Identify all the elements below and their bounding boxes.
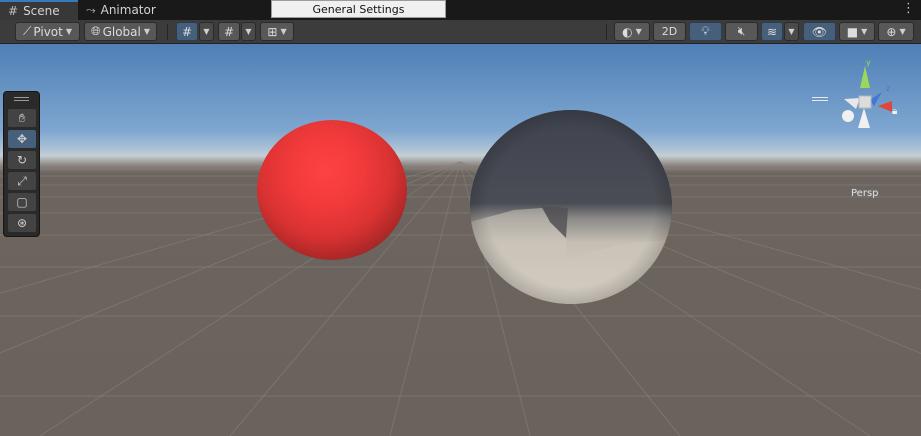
scene-viewport[interactable]: ✋︎ ✥ ↻ ⤢ ▢ ⊛ 🔒︎ y z Persp (0, 44, 921, 436)
audio-mute-icon: 🔇︎ (737, 24, 746, 38)
global-label: Global (102, 24, 141, 39)
tab-animator[interactable]: ⤳ Animator (78, 0, 170, 20)
overlay-menu-icon[interactable] (812, 97, 828, 101)
transform-icon: ⊛ (16, 216, 28, 230)
gizmo-globe-icon: ⊕ (886, 24, 897, 39)
pivot-label: Pivot (33, 24, 63, 39)
gizmo-center-cube[interactable] (858, 95, 872, 109)
effects-dropdown[interactable]: ▼ (784, 22, 799, 41)
grid-hash-icon: # (8, 4, 19, 18)
2d-label: 2D (661, 25, 678, 38)
incremental-snap-toggle[interactable]: # (218, 22, 240, 41)
svg-text:z: z (886, 84, 890, 93)
eye-slash-icon: 👁︎ (811, 24, 828, 39)
move-tool-button[interactable]: ✥ (8, 130, 36, 148)
more-menu-icon[interactable]: ⋮ (902, 2, 915, 16)
y-axis-cone[interactable]: y (860, 58, 871, 88)
hand-tool-button[interactable]: ✋︎ (8, 109, 36, 127)
rect-icon: ▢ (16, 195, 28, 209)
y-neg-cone[interactable] (858, 108, 870, 128)
popup-title: General Settings (312, 2, 405, 16)
orientation-gizmo[interactable]: y z (834, 54, 910, 154)
pivot-icon: ⟋ (22, 24, 32, 38)
animator-icon: ⤳ (86, 2, 96, 17)
projection-label[interactable]: Persp (851, 188, 879, 199)
camera-dropdown[interactable]: ■ ▼ (839, 22, 875, 41)
chevron-down-icon: ▼ (143, 27, 151, 36)
grid-snap-dropdown[interactable]: ▼ (199, 22, 214, 41)
toolbar-separator (606, 24, 607, 40)
tool-palette: ✋︎ ✥ ↻ ⤢ ▢ ⊛ (3, 91, 40, 237)
z-neg-cone[interactable] (842, 110, 854, 122)
palette-drag-handle[interactable] (14, 97, 29, 101)
2d-toggle[interactable]: 2D (653, 22, 686, 41)
chevron-down-icon: ▼ (861, 27, 868, 36)
grid-snap-toggle[interactable]: # (176, 22, 198, 41)
z-axis-cone[interactable]: z (870, 84, 890, 106)
rotate-tool-button[interactable]: ↻ (8, 151, 36, 169)
global-dropdown[interactable]: 🌐︎ Global ▼ (84, 22, 157, 41)
ground-grid (0, 161, 921, 436)
general-settings-popup[interactable]: General Settings (271, 0, 446, 18)
chevron-down-icon: ▼ (203, 27, 210, 36)
chevron-down-icon: ▼ (245, 27, 252, 36)
snap-settings-dropdown[interactable]: ⊞ ▼ (260, 22, 294, 41)
pivot-dropdown[interactable]: ⟋ Pivot ▼ (15, 22, 80, 41)
incremental-snap-icon: # (223, 24, 235, 39)
chevron-down-icon: ▼ (280, 27, 287, 36)
shaded-sphere-icon: ◐ (622, 24, 633, 39)
toolbar-separator (167, 24, 168, 40)
move-arrows-icon: ✥ (16, 132, 28, 146)
svg-text:y: y (866, 58, 871, 67)
effects-toggle[interactable]: ≋ (761, 22, 783, 41)
gizmos-dropdown[interactable]: ⊕ ▼ (878, 22, 914, 41)
grid-snap-icon: # (181, 24, 193, 39)
ruler-icon: ⊞ (267, 24, 278, 39)
chevron-down-icon: ▼ (899, 27, 906, 36)
chevron-down-icon: ▼ (788, 27, 795, 36)
hidden-objects-toggle[interactable]: 👁︎ (803, 22, 836, 41)
scale-tool-button[interactable]: ⤢ (8, 172, 36, 190)
incremental-snap-dropdown[interactable]: ▼ (241, 22, 256, 41)
audio-toggle[interactable]: 🔇︎ (725, 22, 758, 41)
red-sphere[interactable] (257, 120, 407, 260)
camera-icon: ■ (846, 24, 859, 39)
effects-icon: ≋ (766, 24, 778, 39)
transform-tool-button[interactable]: ⊛ (8, 214, 36, 232)
hand-icon: ✋︎ (18, 110, 26, 125)
tab-scene-label: Scene (23, 4, 60, 18)
rect-tool-button[interactable]: ▢ (8, 193, 36, 211)
lighting-toggle[interactable]: 💡︎ (689, 22, 722, 41)
x-axis-negative-cone[interactable] (878, 101, 892, 112)
chevron-down-icon: ▼ (65, 27, 73, 36)
tab-bar: # Scene ⤳ Animator ⋮ (0, 0, 921, 20)
scene-toolbar: ⟋ Pivot ▼ 🌐︎ Global ▼ # ▼ # ▼ ⊞ ▼ ◐ ▼ 2D… (0, 20, 921, 44)
chrome-sphere[interactable] (470, 110, 672, 304)
tab-scene[interactable]: # Scene (0, 0, 78, 20)
scale-icon: ⤢ (17, 173, 27, 188)
draw-mode-dropdown[interactable]: ◐ ▼ (614, 22, 650, 41)
x-axis-cone[interactable] (844, 98, 860, 109)
lightbulb-icon: 💡︎ (701, 24, 710, 38)
rotate-icon: ↻ (16, 153, 28, 167)
tab-animator-label: Animator (100, 3, 156, 17)
chrome-sphere-reflection (470, 110, 672, 304)
chevron-down-icon: ▼ (635, 27, 642, 36)
globe-icon: 🌐︎ (90, 24, 101, 38)
